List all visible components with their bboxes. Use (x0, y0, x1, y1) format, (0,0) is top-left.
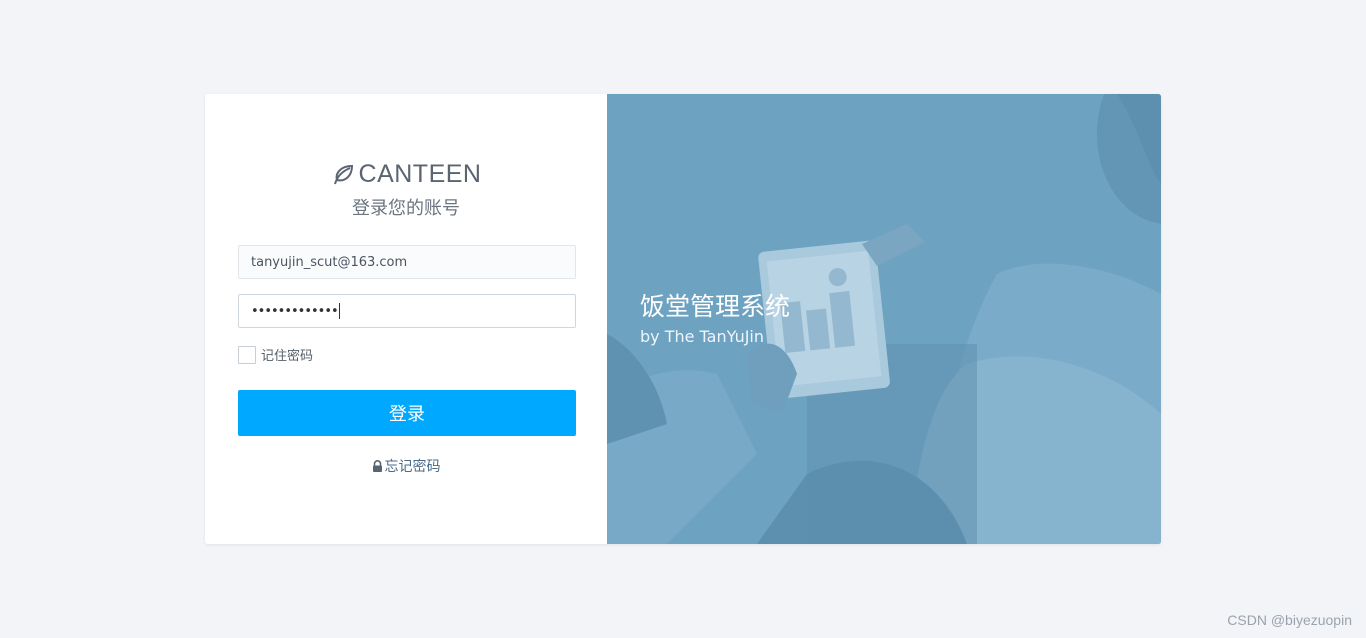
remember-password[interactable]: 记住密码 (238, 345, 313, 364)
logo: CANTEEN (331, 160, 482, 189)
login-subtitle: 登录您的账号 (352, 197, 460, 219)
username-input[interactable]: tanyujin_scut@163.com (238, 245, 576, 279)
forgot-password-label: 忘记密码 (384, 459, 441, 475)
hero-panel: 饭堂管理系统 by The TanYuJin (607, 94, 1161, 544)
forgot-password-link[interactable]: 忘记密码 (205, 456, 607, 476)
watermark: CSDN @biyezuopin (1227, 612, 1352, 628)
username-value: tanyujin_scut@163.com (251, 254, 408, 270)
remember-checkbox[interactable] (238, 345, 256, 364)
login-panel: CANTEEN 登录您的账号 tanyujin_scut@163.com •••… (205, 94, 607, 544)
remember-label: 记住密码 (261, 349, 314, 364)
text-caret (338, 303, 340, 319)
login-button[interactable]: 登录 (238, 390, 576, 436)
leaf-icon (333, 164, 353, 184)
brand-block: CANTEEN 登录您的账号 (205, 160, 607, 220)
password-input[interactable]: ••••••••••••• (238, 294, 576, 328)
hero-subtitle: by The TanYuJin (640, 327, 765, 346)
login-card: CANTEEN 登录您的账号 tanyujin_scut@163.com •••… (205, 94, 1161, 544)
password-value: ••••••••••••• (251, 303, 339, 319)
lock-icon (372, 460, 382, 472)
hero-title: 饭堂管理系统 (640, 292, 791, 321)
logo-text: CANTEEN (358, 160, 482, 188)
